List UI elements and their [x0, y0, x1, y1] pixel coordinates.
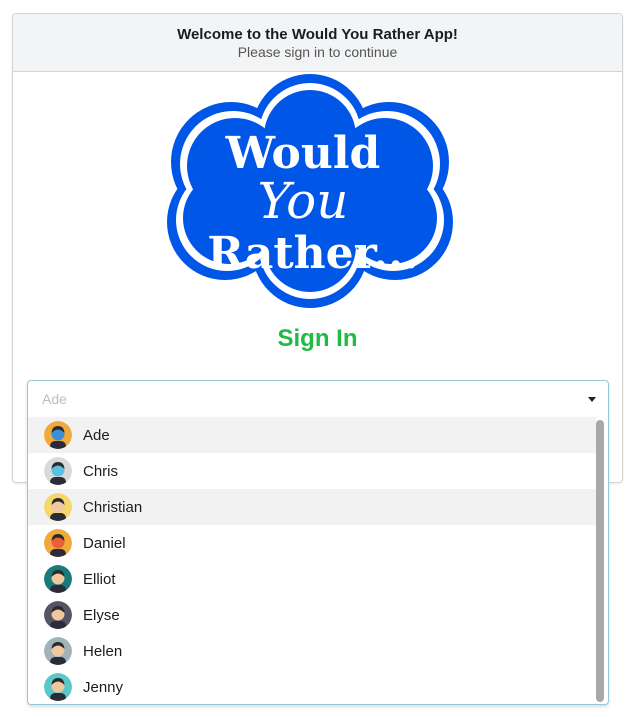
user-option-label: Elliot — [83, 570, 116, 588]
logo-text-rather: Rather... — [207, 228, 419, 279]
page-subtitle: Please sign in to continue — [237, 44, 398, 60]
user-option-elyse[interactable]: Elyse — [28, 597, 596, 633]
avatar — [44, 493, 72, 521]
user-option-jenny[interactable]: Jenny — [28, 669, 596, 704]
app-logo: Would You Rather... — [163, 72, 457, 310]
user-option-label: Daniel — [83, 534, 126, 552]
user-option-label: Jenny — [83, 678, 124, 696]
user-list: Ade Chris Christian Daniel Elliot Elyse … — [28, 417, 596, 704]
user-select[interactable]: Ade — [27, 380, 609, 418]
logo-text-you: You — [258, 172, 349, 230]
user-option-ade[interactable]: Ade — [28, 417, 596, 453]
avatar — [44, 529, 72, 557]
avatar — [44, 565, 72, 593]
user-option-label: Helen — [83, 642, 123, 660]
page-title: Welcome to the Would You Rather App! — [177, 26, 458, 43]
avatar — [44, 637, 72, 665]
scrollbar-thumb[interactable] — [596, 420, 604, 702]
user-option-chris[interactable]: Chris — [28, 453, 596, 489]
user-option-label: Chris — [83, 462, 119, 480]
avatar — [44, 601, 72, 629]
user-option-christian[interactable]: Christian — [28, 489, 596, 525]
avatar — [44, 421, 72, 449]
avatar — [44, 673, 72, 701]
user-option-label: Christian — [83, 498, 143, 516]
signin-title: Sign In — [277, 325, 358, 352]
user-option-helen[interactable]: Helen — [28, 633, 596, 669]
avatar — [44, 457, 72, 485]
caret-down-icon[interactable] — [588, 397, 596, 402]
card-header: Welcome to the Would You Rather App! Ple… — [13, 14, 622, 72]
user-dropdown-menu[interactable]: Ade Chris Christian Daniel Elliot Elyse … — [27, 417, 609, 705]
user-option-daniel[interactable]: Daniel — [28, 525, 596, 561]
user-option-label: Ade — [83, 426, 110, 444]
user-option-elliot[interactable]: Elliot — [28, 561, 596, 597]
user-option-label: Elyse — [83, 606, 120, 624]
user-select-placeholder: Ade — [42, 391, 67, 407]
